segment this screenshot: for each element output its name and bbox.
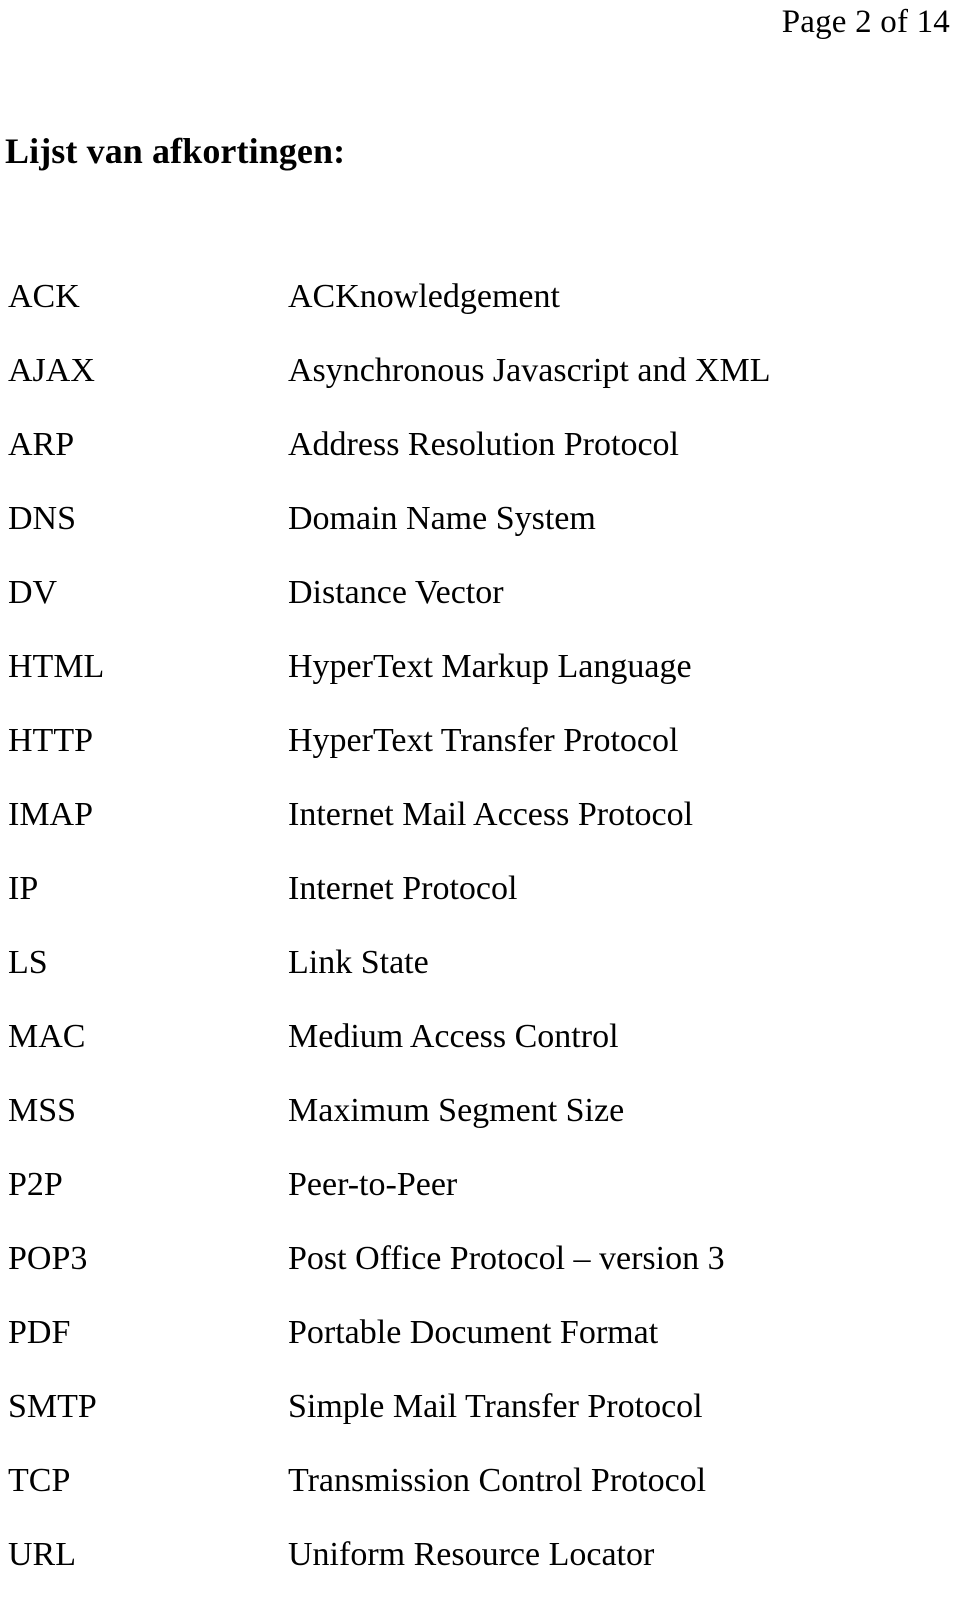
abbreviation-term: PDF (8, 1314, 71, 1351)
abbreviation-term: DV (8, 574, 58, 611)
abbreviation-definition: Medium Access Control (288, 1018, 619, 1055)
abbreviation-term: ACK (8, 278, 80, 315)
abbreviation-term: AJAX (8, 352, 95, 389)
abbreviation-definition: Peer-to-Peer (288, 1166, 458, 1203)
abbreviation-term: DNS (8, 500, 77, 537)
abbreviation-term: IMAP (8, 796, 94, 833)
abbreviation-term: ARP (8, 426, 75, 463)
abbreviation-row: LS Link State (0, 936, 960, 1010)
abbreviation-row: MSS Maximum Segment Size (0, 1084, 960, 1158)
abbreviation-term: POP3 (8, 1240, 88, 1277)
abbreviation-term: TCP (8, 1462, 71, 1499)
abbreviation-row: TCP Transmission Control Protocol (0, 1454, 960, 1528)
abbreviation-row: HTTP HyperText Transfer Protocol (0, 714, 960, 788)
abbreviation-row: PDF Portable Document Format (0, 1306, 960, 1380)
abbreviation-row: ACK ACKnowledgement (0, 270, 960, 344)
abbreviation-term: MAC (8, 1018, 86, 1055)
abbreviation-row: MAC Medium Access Control (0, 1010, 960, 1084)
abbreviation-definition: Portable Document Format (288, 1314, 659, 1351)
abbreviation-row: HTML HyperText Markup Language (0, 640, 960, 714)
abbreviation-row: IMAP Internet Mail Access Protocol (0, 788, 960, 862)
abbreviation-term: MSS (8, 1092, 77, 1129)
abbreviation-term: URL (8, 1536, 76, 1573)
page-title: Lijst van afkortingen: (5, 131, 346, 171)
abbreviation-definition: Internet Mail Access Protocol (288, 796, 694, 833)
abbreviation-term: LS (8, 944, 48, 981)
abbreviation-term: HTML (8, 648, 105, 685)
abbreviation-definition: Internet Protocol (288, 870, 518, 907)
abbreviation-row: SMTP Simple Mail Transfer Protocol (0, 1380, 960, 1454)
abbreviation-definition: Link State (288, 944, 429, 981)
abbreviation-definition: Uniform Resource Locator (288, 1536, 655, 1573)
abbreviation-definition: HyperText Transfer Protocol (288, 722, 679, 759)
abbreviation-definition: Post Office Protocol – version 3 (288, 1240, 725, 1277)
abbreviation-definition: Transmission Control Protocol (288, 1462, 707, 1499)
abbreviation-term: HTTP (8, 722, 93, 759)
abbreviation-row: DNS Domain Name System (0, 492, 960, 566)
abbreviation-term: P2P (8, 1166, 63, 1203)
abbreviation-row: DV Distance Vector (0, 566, 960, 640)
abbreviation-row: POP3 Post Office Protocol – version 3 (0, 1232, 960, 1306)
abbreviation-definition: ACKnowledgement (288, 278, 560, 315)
abbreviation-row: ARP Address Resolution Protocol (0, 418, 960, 492)
abbreviation-definition: Address Resolution Protocol (288, 426, 679, 463)
abbreviation-definition: Asynchronous Javascript and XML (288, 352, 771, 389)
page-number-header: Page 2 of 14 (781, 4, 950, 40)
abbreviation-term: IP (8, 870, 39, 907)
abbreviation-row: AJAX Asynchronous Javascript and XML (0, 344, 960, 418)
abbreviation-row: URL Uniform Resource Locator (0, 1528, 960, 1602)
abbreviation-list: ACK ACKnowledgement AJAX Asynchronous Javas… (0, 270, 960, 1602)
abbreviation-term: SMTP (8, 1388, 97, 1425)
abbreviation-definition: HyperText Markup Language (288, 648, 692, 685)
abbreviation-definition: Distance Vector (288, 574, 504, 611)
abbreviation-row: P2P Peer-to-Peer (0, 1158, 960, 1232)
abbreviation-row: IP Internet Protocol (0, 862, 960, 936)
abbreviation-definition: Maximum Segment Size (288, 1092, 625, 1129)
abbreviation-definition: Simple Mail Transfer Protocol (288, 1388, 703, 1425)
abbreviation-definition: Domain Name System (288, 500, 596, 537)
